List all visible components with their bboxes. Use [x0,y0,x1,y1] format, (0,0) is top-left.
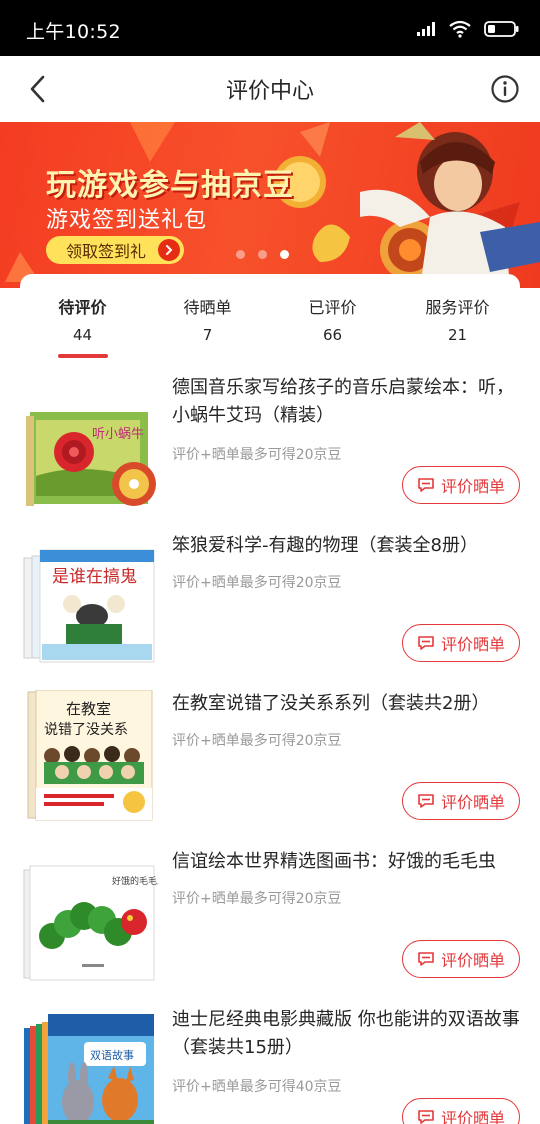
reward-hint: 评价+晒单最多可得40京豆 [172,1079,342,1095]
list-item[interactable]: 听小蜗牛 德国音乐家写给孩子的音乐启蒙绘本：听，小蜗牛艾玛（精装） 评价+晒单最… [0,374,540,532]
product-image: 双语故事 [24,1014,154,1124]
page-title: 评价中心 [225,79,314,104]
info-icon [491,75,519,103]
review-share-label: 评价晒单 [440,1109,505,1124]
tab-service-review[interactable]: 服务评价 21 [395,288,520,352]
product-title[interactable]: 德国音乐家写给孩子的音乐启蒙绘本：听，小蜗牛艾玛（精装） [172,374,522,430]
product-image: 在教室 说错了没关系 [27,690,153,821]
product-title[interactable]: 迪士尼经典电影典藏版 你也能讲的双语故事（套装共15册） [172,1006,522,1062]
review-share-label: 评价晒单 [440,951,505,970]
battery-icon [484,21,519,37]
product-title[interactable]: 笨狼爱科学-有趣的物理（套装全8册） [172,532,522,560]
comment-icon [418,478,434,492]
review-share-label: 评价晒单 [440,477,505,496]
comment-icon [418,1110,434,1124]
status-time: 上午10:52 [26,21,121,43]
reward-hint: 评价+晒单最多可得20京豆 [172,575,342,591]
svg-text:双语故事: 双语故事 [90,1048,134,1062]
tab-count: 66 [322,326,343,344]
review-share-button[interactable]: 评价晒单 [402,782,520,820]
nav-bar: 评价中心 [0,56,540,122]
wifi-icon [449,20,471,38]
list-item[interactable]: 好饿的毛毛虫 信谊绘本世界精选图画书：好饿的毛毛虫 评价+晒单最多可得20京豆 … [0,848,540,1006]
reward-hint: 评价+晒单最多可得20京豆 [172,733,342,749]
product-image: 好饿的毛毛虫 [23,865,158,981]
tab-label: 待晒单 [183,298,232,317]
svg-text:是谁在搞鬼: 是谁在搞鬼 [52,567,137,587]
svg-text:好饿的毛毛虫: 好饿的毛毛虫 [112,875,158,887]
banner-pagination [236,250,289,259]
tab-label: 待评价 [58,298,107,317]
comment-icon [418,794,434,808]
product-image: 听小蜗牛 [26,412,156,506]
tab-count: 7 [202,326,213,344]
signal-icon [417,22,435,36]
tab-pending-review[interactable]: 待评价 44 [20,288,145,358]
product-title[interactable]: 在教室说错了没关系系列（套装共2册） [172,690,522,718]
list-item[interactable]: 是谁在搞鬼 笨狼爱科学-有趣的物理（套装全8册） 评价+晒单最多可得20京豆 评… [0,532,540,690]
review-share-button[interactable]: 评价晒单 [402,466,520,504]
svg-text:在教室: 在教室 [66,700,111,718]
review-share-label: 评价晒单 [440,635,505,654]
tab-count: 44 [72,326,93,344]
claim-gift-label: 领取签到礼 [66,242,147,261]
status-icons [416,17,520,41]
tab-count: 21 [447,326,468,344]
status-bar: 上午10:52 [0,0,540,56]
list-item[interactable]: 双语故事 迪士尼经典电影典藏版 你也能讲的双语故事（套装共15册） 评价+晒单最… [0,1006,540,1124]
reward-hint: 评价+晒单最多可得20京豆 [172,447,342,463]
banner-title: 玩游戏参与抽京豆 [46,168,294,203]
list-item[interactable]: 在教室 说错了没关系 在教室说错了没关系系列（套装共2册） 评价+晒单最多可得2… [0,690,540,848]
review-tabs: 待评价 44 待晒单 7 已评价 66 服务评价 21 [20,288,520,358]
product-image: 是谁在搞鬼 [23,549,155,663]
tab-label: 服务评价 [425,298,490,317]
claim-gift-button[interactable]: 领取签到礼 [46,236,184,264]
active-tab-indicator [58,354,108,358]
review-share-button[interactable]: 评价晒单 [402,1098,520,1124]
tab-pending-share[interactable]: 待晒单 7 [145,288,270,352]
tab-label: 已评价 [308,298,357,317]
tab-reviewed[interactable]: 已评价 66 [270,288,395,352]
product-title[interactable]: 信谊绘本世界精选图画书：好饿的毛毛虫 [172,848,522,876]
banner-dot[interactable] [258,250,267,259]
banner-dot[interactable] [236,250,245,259]
svg-text:听小蜗牛: 听小蜗牛 [92,426,144,442]
review-share-button[interactable]: 评价晒单 [402,624,520,662]
svg-text:说错了没关系: 说错了没关系 [44,722,128,738]
comment-icon [418,952,434,966]
comment-icon [418,636,434,650]
reward-hint: 评价+晒单最多可得20京豆 [172,891,342,907]
review-share-label: 评价晒单 [440,793,505,812]
chevron-right-icon [158,239,180,261]
review-share-button[interactable]: 评价晒单 [402,940,520,978]
info-button[interactable] [488,72,522,106]
banner-dot-active[interactable] [280,250,289,259]
promo-banner[interactable]: 玩游戏参与抽京豆 游戏签到送礼包 领取签到礼 [0,122,540,288]
banner-subtitle: 游戏签到送礼包 [46,208,208,233]
